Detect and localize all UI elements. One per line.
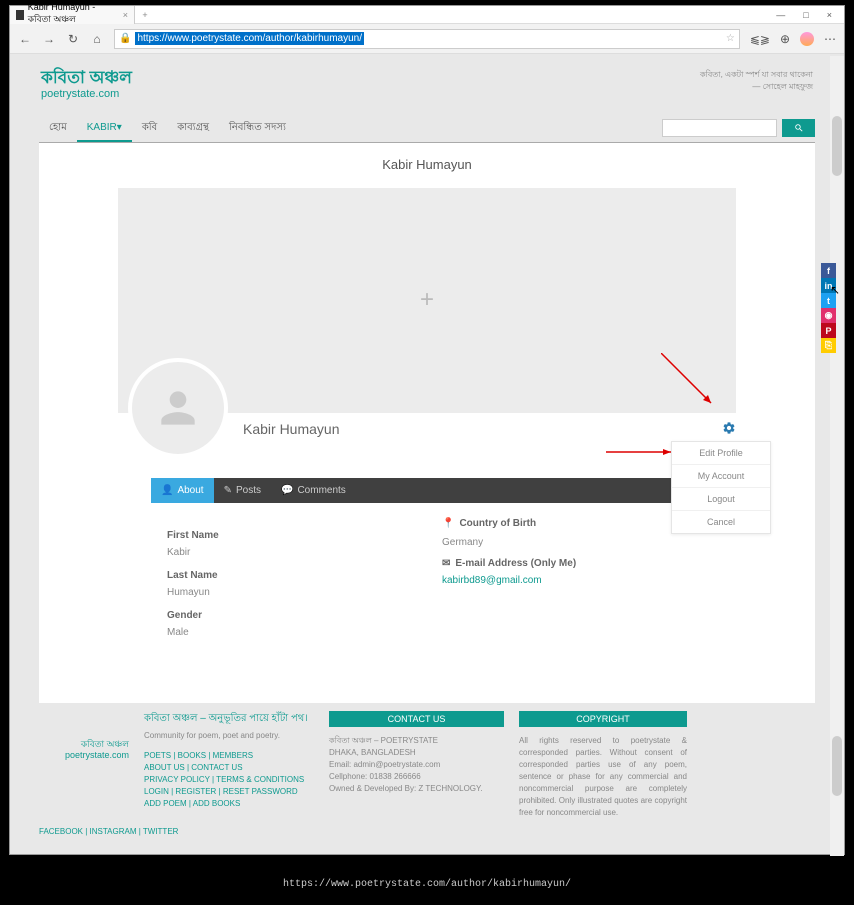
- envelope-icon: ✉: [442, 558, 450, 569]
- logo-bengali: কবিতা অঞ্চল: [41, 69, 132, 88]
- site-logo[interactable]: কবিতা অঞ্চল poetrystate.com: [41, 69, 132, 100]
- tab-title: Kabir Humayun - কবিতা অঞ্চল: [28, 2, 119, 27]
- refresh-button[interactable]: ↻: [66, 32, 80, 46]
- footer-links[interactable]: POETS | BOOKS | MEMBERS ABOUT US | CONTA…: [144, 750, 314, 810]
- annotation-arrow-gear: [661, 353, 716, 408]
- tagline: কবিতা, একটা স্পর্শ যা সবার থাকেনা — সোহে…: [700, 69, 813, 93]
- profile-avatar[interactable]: [128, 358, 228, 458]
- scrollbar-thumb[interactable]: [832, 116, 842, 176]
- close-tab-icon[interactable]: ×: [123, 10, 128, 20]
- search-icon: [794, 123, 804, 133]
- last-name-label: Last Name: [167, 570, 412, 581]
- copy-link-icon[interactable]: ⎘: [821, 338, 836, 353]
- menu-my-account[interactable]: My Account: [672, 465, 770, 488]
- footer-logo[interactable]: কবিতা অঞ্চল poetrystate.com: [44, 739, 129, 761]
- collections-icon[interactable]: ⊕: [780, 32, 790, 46]
- footer-social-links[interactable]: FACEBOOK | INSTAGRAM | TWITTER: [39, 827, 815, 836]
- pinterest-icon[interactable]: P: [821, 323, 836, 338]
- main-nav: হোম KABIR ▾ কবি কাব্যগ্রন্থ নিবন্ধিত সদস…: [39, 115, 815, 143]
- favicon: [16, 10, 24, 20]
- forward-button[interactable]: →: [42, 32, 56, 46]
- pencil-icon: ✎: [224, 485, 232, 496]
- gender-value: Male: [167, 627, 412, 638]
- page-title: Kabir Humayun: [39, 151, 815, 178]
- url-text: https://www.poetrystate.com/author/kabir…: [135, 32, 364, 45]
- person-icon: [153, 383, 203, 433]
- tab-comments[interactable]: 💬Comments: [271, 478, 356, 503]
- instagram-icon[interactable]: ◉: [821, 308, 836, 323]
- contact-text: কবিতা অঞ্চল – POETRYSTATE DHAKA, BANGLAD…: [329, 735, 504, 795]
- search-button[interactable]: [782, 119, 815, 137]
- address-bar[interactable]: 🔒 https://www.poetrystate.com/author/kab…: [114, 29, 740, 49]
- footer-heading: কবিতা অঞ্চল – অনুভূতির পায়ে হাঁটা পথ।: [144, 711, 314, 728]
- main-content: Kabir Humayun + Kabir Humayun Edit Pro: [39, 143, 815, 703]
- contact-header: CONTACT US: [329, 711, 504, 727]
- gear-icon: [722, 421, 736, 435]
- nav-members[interactable]: নিবন্ধিত সদস্য: [219, 114, 296, 142]
- first-name-value: Kabir: [167, 547, 412, 558]
- logo-english: poetrystate.com: [41, 88, 132, 100]
- first-name-label: First Name: [167, 530, 412, 541]
- copyright-header: COPYRIGHT: [519, 711, 687, 727]
- add-cover-icon[interactable]: +: [420, 286, 434, 314]
- profile-tabs: 👤About ✎Posts 💬Comments: [151, 478, 701, 503]
- search-input[interactable]: [662, 119, 777, 137]
- new-tab-button[interactable]: +: [135, 10, 155, 20]
- menu-edit-profile[interactable]: Edit Profile: [672, 442, 770, 465]
- settings-button[interactable]: [722, 421, 736, 440]
- browser-tab[interactable]: Kabir Humayun - কবিতা অঞ্চল ×: [10, 6, 135, 24]
- caption-url: https://www.poetrystate.com/author/kabir…: [0, 879, 854, 890]
- home-button[interactable]: ⌂: [90, 32, 104, 46]
- profile-avatar-icon[interactable]: [800, 32, 814, 46]
- settings-dropdown: Edit Profile My Account Logout Cancel: [671, 441, 771, 534]
- facebook-icon[interactable]: f: [821, 263, 836, 278]
- email-label: E-mail Address (Only Me): [455, 558, 576, 569]
- pin-icon: 📍: [442, 518, 454, 529]
- nav-home[interactable]: হোম: [39, 114, 77, 142]
- nav-kobi[interactable]: কবি: [132, 114, 167, 142]
- scrollbar[interactable]: [830, 56, 844, 856]
- tab-posts[interactable]: ✎Posts: [214, 478, 271, 503]
- window-maximize-icon[interactable]: □: [803, 10, 808, 20]
- gender-label: Gender: [167, 610, 412, 621]
- cursor-icon: ↖: [830, 283, 840, 297]
- browser-toolbar: ← → ↻ ⌂ 🔒 https://www.poetrystate.com/au…: [10, 24, 844, 54]
- footer: কবিতা অঞ্চল poetrystate.com কবিতা অঞ্চল …: [39, 711, 815, 819]
- annotation-arrow-edit: [606, 448, 676, 456]
- nav-kabir[interactable]: KABIR ▾: [77, 114, 132, 142]
- profile-name: Kabir Humayun: [243, 421, 340, 437]
- lock-icon: 🔒: [119, 33, 131, 44]
- menu-logout[interactable]: Logout: [672, 488, 770, 511]
- browser-titlebar: Kabir Humayun - কবিতা অঞ্চল × + — □ ×: [10, 6, 844, 24]
- more-icon[interactable]: ⋯: [824, 32, 836, 46]
- copyright-text: All rights reserved to poetrystate & cor…: [519, 735, 687, 819]
- last-name-value: Humayun: [167, 587, 412, 598]
- window-minimize-icon[interactable]: —: [776, 10, 785, 20]
- social-float: f in t ◉ P ⎘: [821, 263, 836, 353]
- comment-icon: 💬: [281, 485, 293, 496]
- back-button[interactable]: ←: [18, 32, 32, 46]
- country-label: Country of Birth: [459, 518, 536, 529]
- window-close-icon[interactable]: ×: [827, 10, 832, 20]
- country-value: Germany: [442, 537, 687, 548]
- scrollbar-thumb[interactable]: [832, 736, 842, 796]
- favorite-icon[interactable]: ☆: [726, 33, 735, 44]
- menu-cancel[interactable]: Cancel: [672, 511, 770, 533]
- reading-list-icon[interactable]: ⫹⫺: [750, 32, 770, 46]
- email-value[interactable]: kabirbd89@gmail.com: [442, 575, 687, 586]
- user-icon: 👤: [161, 485, 173, 496]
- nav-kabyogrontho[interactable]: কাব্যগ্রন্থ: [167, 114, 219, 142]
- footer-subtitle: Community for poem, poet and poetry.: [144, 731, 314, 740]
- tab-about[interactable]: 👤About: [151, 478, 214, 503]
